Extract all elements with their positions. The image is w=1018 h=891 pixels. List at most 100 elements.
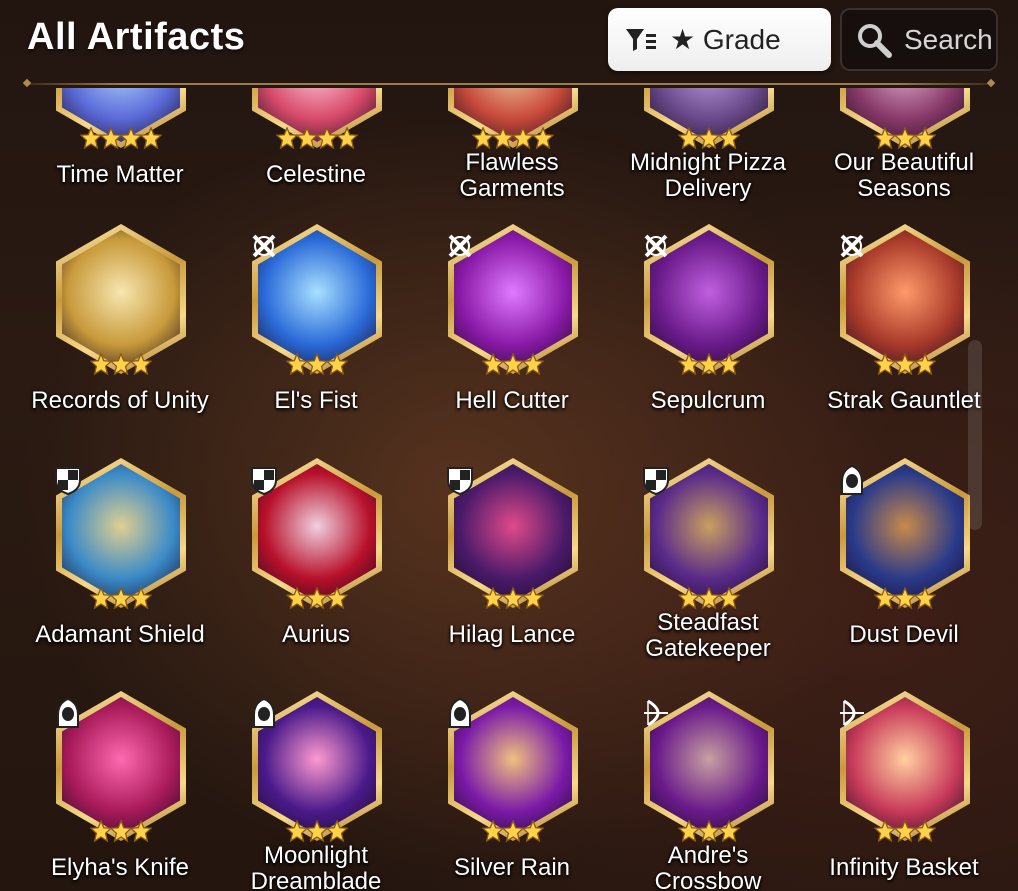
artifact-icon <box>252 88 382 149</box>
knight-icon <box>643 467 669 496</box>
star-icon <box>286 587 308 609</box>
artifact-card[interactable]: Hilag Lance <box>414 458 610 688</box>
artifact-card[interactable]: Andre's Crossbow <box>610 691 806 891</box>
star-icon <box>718 127 740 149</box>
artifact-name-line: Delivery <box>664 175 752 202</box>
artifact-icon <box>840 691 970 842</box>
star-icon <box>296 127 318 149</box>
artifact-icon <box>56 224 186 375</box>
artifact-icon <box>56 691 186 842</box>
grade-filter-button[interactable]: ★ Grade <box>608 8 831 71</box>
artifact-name: Steadfast Gatekeeper <box>610 610 806 662</box>
artifact-name-line: Adamant Shield <box>35 621 205 648</box>
artifact-icon <box>644 691 774 842</box>
star-rating <box>840 353 970 380</box>
artifact-card[interactable]: Steadfast Gatekeeper <box>610 458 806 688</box>
star-icon <box>316 127 338 149</box>
star-icon <box>698 127 720 149</box>
star-icon <box>276 127 298 149</box>
artifact-icon <box>447 458 578 609</box>
artifact-name-line: Gatekeeper <box>645 635 771 662</box>
artifact-icon <box>252 691 382 842</box>
grade-filter-label: ★ Grade <box>670 24 781 55</box>
artifact-name: Hell Cutter <box>414 388 610 414</box>
star-rating <box>56 353 186 380</box>
artifact-card[interactable]: Moonlight Dreamblade <box>218 691 414 891</box>
artifact-card[interactable]: Aurius <box>218 458 414 688</box>
thief-icon <box>57 697 79 728</box>
ranger-icon <box>840 699 864 727</box>
artifact-card[interactable]: Adamant Shield <box>22 458 218 688</box>
artifact-name: Hilag Lance <box>414 622 610 648</box>
artifact-card[interactable]: Infinity Basket <box>806 691 1002 891</box>
artifact-card[interactable]: Flawless Garments <box>414 88 610 228</box>
artifact-name-line: Moonlight <box>263 842 369 869</box>
artifact-card[interactable]: Midnight Pizza Delivery <box>610 88 806 228</box>
artifact-name-line: Garments <box>459 175 565 202</box>
star-icon <box>130 353 152 375</box>
star-icon <box>894 820 916 842</box>
artifact-name-line: Midnight Pizza <box>629 149 787 176</box>
artifact-card[interactable]: Hell Cutter <box>414 224 610 454</box>
warrior-icon <box>840 234 864 258</box>
star-rating <box>644 353 774 380</box>
star-rating <box>252 587 382 614</box>
artifact-icon <box>56 88 186 149</box>
star-icon <box>482 587 504 609</box>
artifact-icon <box>252 224 382 375</box>
search-label: Search <box>904 23 993 55</box>
star-icon <box>874 127 896 149</box>
top-bar: All Artifacts ★ Grade Search <box>0 0 1018 85</box>
artifact-grid: Time Matter Celestine Flawless Garments Midn… <box>0 88 1018 891</box>
artifact-card[interactable]: El's Fist <box>218 224 414 454</box>
star-icon <box>874 353 896 375</box>
star-icon <box>502 587 524 609</box>
star-icon <box>522 587 544 609</box>
artifact-name: Sepulcrum <box>610 388 806 414</box>
star-icon <box>306 353 328 375</box>
artifact-icon <box>55 458 186 609</box>
star-icon <box>894 127 916 149</box>
search-button[interactable]: Search <box>840 8 998 71</box>
star-icon <box>678 820 700 842</box>
artifact-name-line: Sepulcrum <box>650 387 766 414</box>
star-icon <box>522 820 544 842</box>
artifact-name: Aurius <box>218 622 414 648</box>
artifact-name-line: Steadfast <box>657 609 759 636</box>
artifact-card[interactable]: Our Beautiful Seasons <box>806 88 1002 228</box>
search-icon <box>858 23 892 58</box>
star-icon <box>914 353 936 375</box>
artifact-card[interactable]: Silver Rain <box>414 691 610 891</box>
star-icon <box>874 820 896 842</box>
artifact-card[interactable]: Records of Unity <box>22 224 218 454</box>
star-icon <box>472 127 494 149</box>
artifact-row: Elyha's Knife Moonlight Dreamblade Silver R… <box>0 691 1018 891</box>
star-icon <box>140 127 162 149</box>
star-icon <box>698 820 720 842</box>
warrior-icon <box>252 234 276 258</box>
scrollbar[interactable] <box>968 340 982 530</box>
artifact-name: Andre's Crossbow <box>610 843 806 891</box>
star-icon <box>532 127 554 149</box>
thief-icon <box>841 464 863 495</box>
artifact-name-line: Aurius <box>281 621 351 648</box>
artifact-card[interactable]: Sepulcrum <box>610 224 806 454</box>
artifact-name: Dust Devil <box>806 622 1002 648</box>
star-rating <box>448 353 578 380</box>
artifact-row: Adamant Shield Aurius Hilag Lance Steadfast… <box>0 458 1018 688</box>
artifact-card[interactable]: Elyha's Knife <box>22 691 218 891</box>
page-title: All Artifacts <box>27 16 246 58</box>
star-rating <box>252 127 382 154</box>
artifact-name: Our Beautiful Seasons <box>806 150 1002 202</box>
artifact-card[interactable]: Time Matter <box>22 88 218 228</box>
artifact-icon <box>840 88 970 149</box>
star-icon <box>90 587 112 609</box>
artifact-card[interactable]: Celestine <box>218 88 414 228</box>
star-icon <box>698 587 720 609</box>
artifact-name: Silver Rain <box>414 855 610 881</box>
artifact-name-line: Crossbow <box>654 868 762 891</box>
artifact-icon <box>840 224 970 375</box>
artifact-icon <box>644 88 774 149</box>
artifact-name-line: Seasons <box>857 175 951 202</box>
star-icon <box>110 353 132 375</box>
